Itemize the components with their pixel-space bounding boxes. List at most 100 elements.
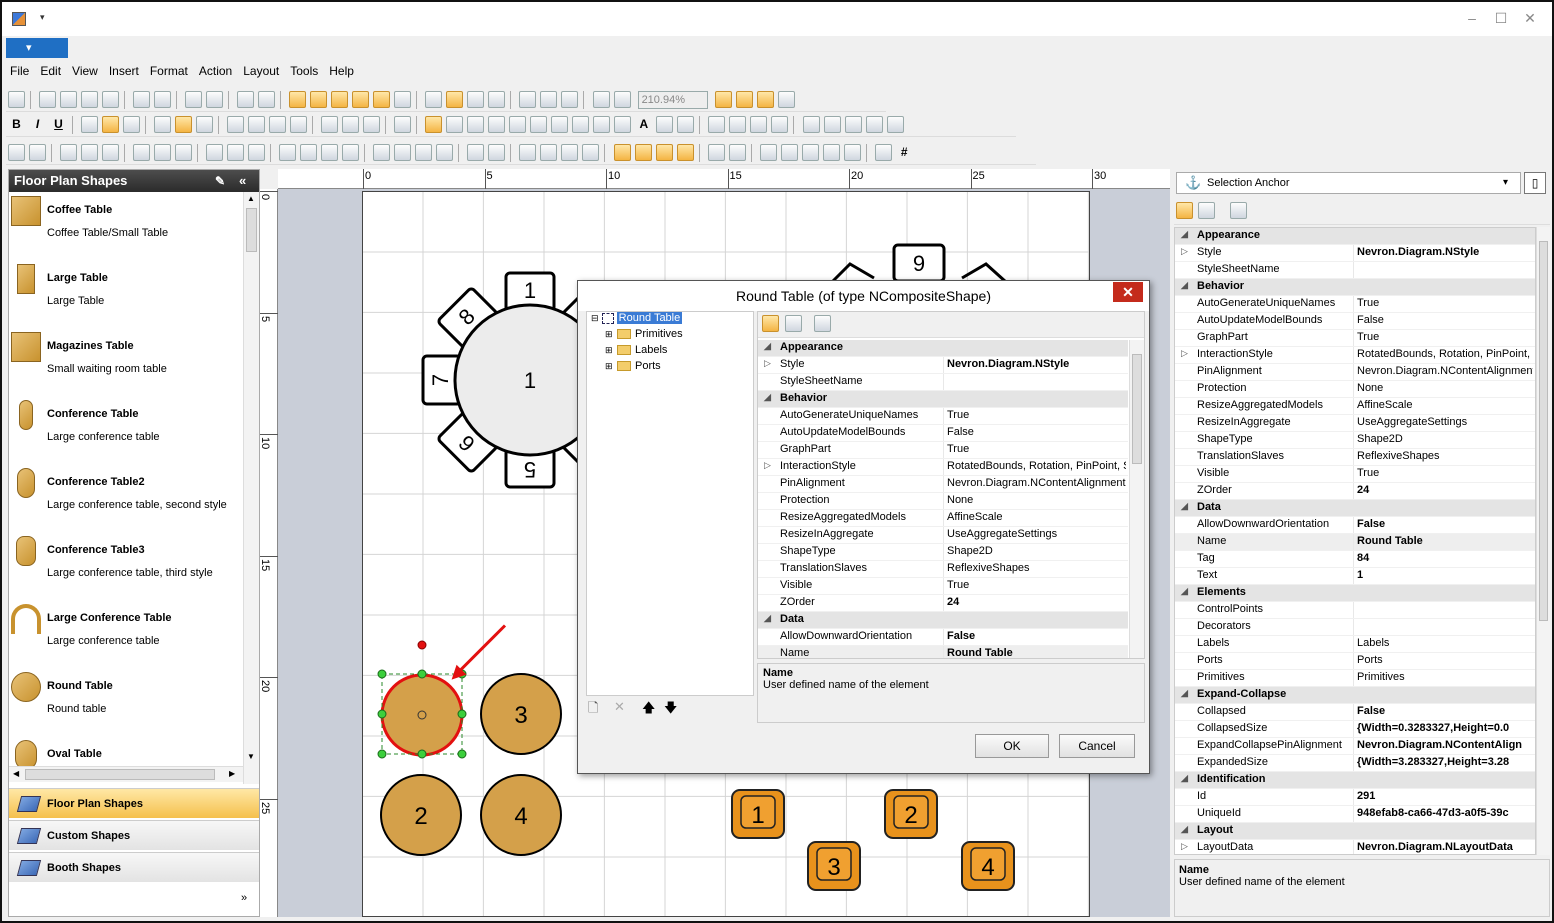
collapse-icon[interactable]: ◢ [764,613,771,624]
column-divider[interactable] [943,646,944,658]
property-value[interactable]: 291 [1357,790,1533,802]
collapse-icon[interactable]: ◢ [1181,773,1188,784]
column-divider[interactable] [943,595,944,611]
tree-node-primitives[interactable]: ⊞ Primitives [591,328,683,344]
collapse-icon[interactable]: ◢ [1181,229,1188,240]
property-row[interactable]: PinAlignment Nevron.Diagram.NContentAlign… [758,476,1128,493]
property-category[interactable]: ◢ Elements [1175,585,1535,602]
column-divider[interactable] [1353,721,1354,737]
column-divider[interactable] [943,408,944,424]
alphabetical-icon[interactable] [785,315,802,332]
property-value[interactable]: ReflexiveShapes [947,562,1126,574]
column-divider[interactable] [943,476,944,492]
column-divider[interactable] [1353,245,1354,261]
column-divider[interactable] [1353,602,1354,618]
property-value[interactable]: True [947,409,1126,421]
column-divider[interactable] [943,357,944,373]
column-divider[interactable] [1353,568,1354,584]
column-divider[interactable] [943,493,944,509]
dialog-scroll-thumb[interactable] [1132,354,1142,464]
column-divider[interactable] [1353,619,1354,635]
property-value[interactable]: Labels [1357,637,1533,649]
tree-root[interactable]: ⊟ Round Table [591,312,683,328]
categorized-icon[interactable] [1176,202,1193,219]
column-divider[interactable] [1353,517,1354,533]
tree-node-labels[interactable]: ⊞ Labels [591,344,667,360]
property-value[interactable]: Round Table [1357,535,1533,547]
property-category[interactable]: ◢ Data [1175,500,1535,517]
tree-root-label[interactable]: Round Table [616,312,683,324]
property-category[interactable]: ◢ Layout [1175,823,1535,840]
property-value[interactable]: {Width=0.3283327,Height=0.0 [1357,722,1533,734]
property-value[interactable]: RotatedBounds, Rotation, PinPoint, Sh [1357,348,1533,360]
collapse-icon[interactable]: ◢ [1181,501,1188,512]
collapse-icon[interactable]: ◢ [764,392,771,403]
property-row[interactable]: ▷ InteractionStyle RotatedBounds, Rotation… [758,459,1128,476]
column-divider[interactable] [943,425,944,441]
property-row[interactable]: GraphPart True [758,442,1128,459]
property-value[interactable]: Ports [1357,654,1533,666]
cancel-button[interactable]: Cancel [1059,734,1135,758]
property-row[interactable]: StyleSheetName [758,374,1128,391]
property-value[interactable]: AffineScale [947,511,1126,523]
property-row[interactable]: Text 1 [1175,568,1535,585]
property-value[interactable]: False [1357,518,1533,530]
column-divider[interactable] [1353,296,1354,312]
property-value[interactable]: Primitives [1357,671,1533,683]
property-value[interactable]: Nevron.Diagram.NStyle [1357,246,1533,258]
property-pages-icon[interactable] [814,315,831,332]
move-up-node-icon[interactable]: 🡅 [642,699,655,721]
column-divider[interactable] [943,442,944,458]
expand-icon[interactable]: ⊞ [605,361,613,372]
property-row[interactable]: AutoUpdateModelBounds False [1175,313,1535,330]
property-row[interactable]: TranslationSlaves ReflexiveShapes [758,561,1128,578]
column-divider[interactable] [1353,806,1354,822]
column-divider[interactable] [1353,755,1354,771]
property-value[interactable]: Shape2D [947,545,1126,557]
property-value[interactable]: {Width=3.283327,Height=3.28 [1357,756,1533,768]
property-value[interactable]: True [947,579,1126,591]
column-divider[interactable] [1353,432,1354,448]
property-row[interactable]: AllowDownwardOrientation False [758,629,1128,646]
column-divider[interactable] [1353,364,1354,380]
move-down-node-icon[interactable]: 🡇 [664,699,677,721]
column-divider[interactable] [1353,347,1354,363]
property-row[interactable]: UniqueId 948efab8-ca66-47d3-a0f5-39c [1175,806,1535,823]
expand-icon[interactable]: ⊞ [605,329,613,340]
column-divider[interactable] [943,561,944,577]
property-row[interactable]: ExpandCollapsePinAlignment Nevron.Diagram… [1175,738,1535,755]
property-category[interactable]: ◢ Behavior [1175,279,1535,296]
panel-scroll-thumb[interactable] [1539,241,1548,621]
column-divider[interactable] [1353,262,1354,278]
property-row[interactable]: ExpandedSize {Width=3.283327,Height=3.28 [1175,755,1535,772]
property-value[interactable]: Nevron.Diagram.NLayoutData [1357,841,1533,853]
alphabetical-icon[interactable] [1198,202,1215,219]
tree-node-ports[interactable]: ⊞ Ports [591,360,661,376]
property-value[interactable]: Nevron.Diagram.NStyle [947,358,1126,370]
property-row[interactable]: Name Round Table [758,646,1128,658]
property-row[interactable]: Name Round Table [1175,534,1535,551]
property-value[interactable]: Nevron.Diagram.NContentAlign [1357,739,1533,751]
property-value[interactable]: 84 [1357,552,1533,564]
property-row[interactable]: CollapsedSize {Width=0.3283327,Height=0.0 [1175,721,1535,738]
column-divider[interactable] [1353,738,1354,754]
column-divider[interactable] [943,459,944,475]
property-category[interactable]: ◢ Data [758,612,1128,629]
column-divider[interactable] [1353,653,1354,669]
property-row[interactable]: ▷ InteractionStyle RotatedBounds, Rotation… [1175,347,1535,364]
property-row[interactable]: AutoUpdateModelBounds False [758,425,1128,442]
panel-grid-scrollbar[interactable] [1536,227,1550,855]
property-category[interactable]: ◢ Identification [1175,772,1535,789]
property-pages-icon[interactable] [1230,202,1247,219]
column-divider[interactable] [943,510,944,526]
property-row[interactable]: ResizeInAggregate UseAggregateSettings [1175,415,1535,432]
column-divider[interactable] [1353,330,1354,346]
dialog-grid-scrollbar[interactable] [1129,340,1144,658]
property-value[interactable]: None [1357,382,1533,394]
property-row[interactable]: Decorators [1175,619,1535,636]
property-row[interactable]: Ports Ports [1175,653,1535,670]
property-row[interactable]: ZOrder 24 [758,595,1128,612]
property-category[interactable]: ◢ Appearance [1175,228,1535,245]
column-divider[interactable] [943,527,944,543]
expand-icon[interactable]: ▷ [1181,348,1188,359]
